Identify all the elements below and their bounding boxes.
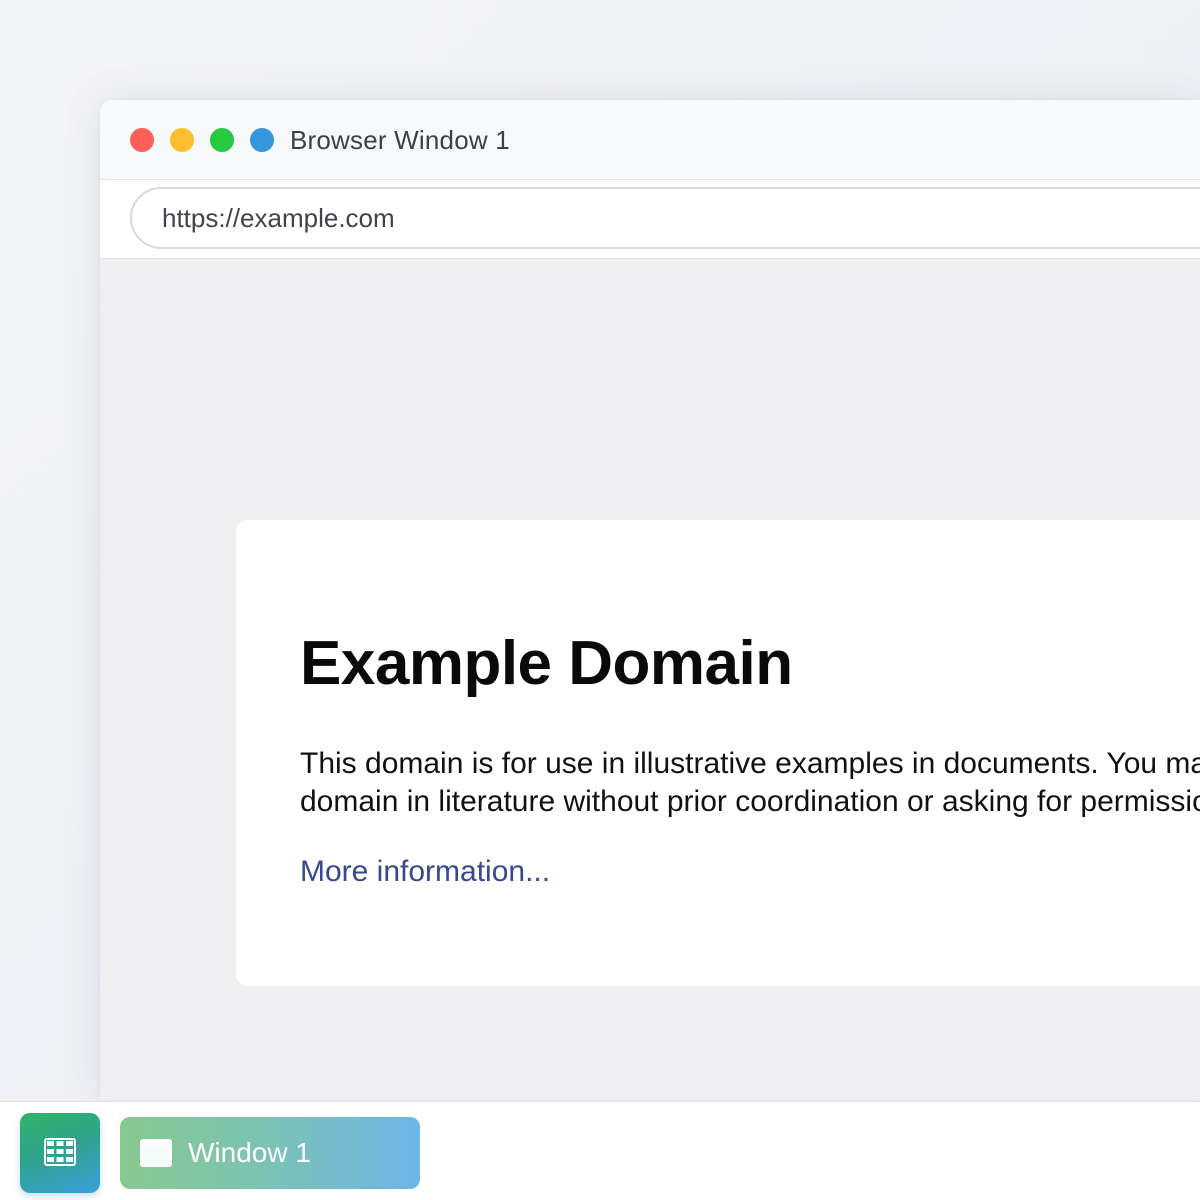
minimize-button[interactable] — [170, 128, 194, 152]
page-viewport: Example Domain This domain is for use in… — [100, 259, 1200, 1100]
window-title: Browser Window 1 — [290, 125, 510, 155]
browser-window: Browser Window 1 Example Domain This dom… — [100, 100, 1200, 1100]
paragraph-line-1: This domain is for use in illustrative e… — [300, 747, 1200, 780]
address-bar — [100, 180, 1200, 259]
content-card: Example Domain This domain is for use in… — [236, 520, 1200, 986]
more-information-link[interactable]: More information... — [300, 853, 550, 891]
title-bar[interactable]: Browser Window 1 — [100, 100, 1200, 180]
desktop: Browser Window 1 Example Domain This dom… — [0, 0, 1200, 1100]
paragraph-line-2: domain in literature without prior coord… — [300, 785, 1200, 818]
maximize-button[interactable] — [210, 128, 234, 152]
close-button[interactable] — [130, 128, 154, 152]
page-paragraph: This domain is for use in illustrative e… — [300, 745, 1200, 821]
taskbar-window-button[interactable]: Window 1 — [120, 1117, 420, 1189]
url-input[interactable] — [130, 187, 1200, 249]
taskbar-window-label: Window 1 — [188, 1137, 311, 1168]
page-heading: Example Domain — [300, 629, 793, 698]
extra-window-button[interactable] — [250, 128, 274, 152]
app-launcher-button[interactable] — [20, 1113, 100, 1193]
grid-icon — [44, 1138, 76, 1166]
window-icon — [140, 1139, 172, 1167]
taskbar: Window 1 — [0, 1101, 1200, 1200]
